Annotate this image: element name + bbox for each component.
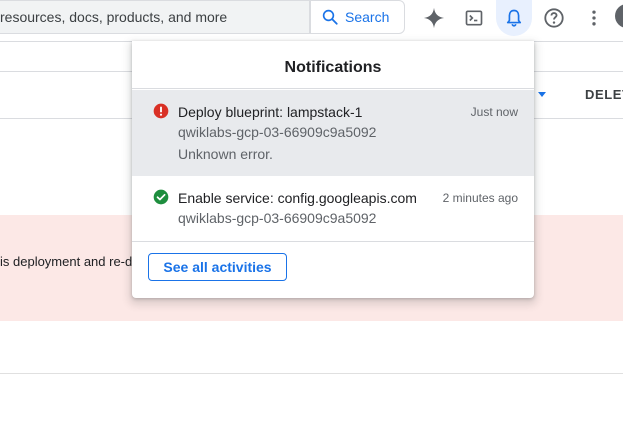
notification-title: Enable service: config.googleapis.com [178, 190, 417, 206]
notifications-bell-icon[interactable] [496, 0, 532, 36]
avatar[interactable] [615, 4, 623, 28]
search-button[interactable]: Search [310, 0, 405, 34]
success-check-icon [153, 189, 169, 205]
delete-button[interactable]: DELET [585, 87, 623, 102]
notification-project: qwiklabs-gcp-03-66909c9a5092 [178, 210, 377, 226]
search-icon [322, 9, 338, 25]
see-all-activities-button[interactable]: See all activities [148, 253, 287, 281]
error-banner-text: is deployment and re-d [0, 254, 133, 269]
top-bar: resources, docs, products, and more Sear… [0, 0, 623, 42]
help-icon[interactable] [536, 0, 572, 36]
divider [0, 373, 623, 374]
error-icon [153, 103, 169, 119]
more-vert-icon[interactable] [576, 0, 612, 36]
notification-time: Just now [470, 105, 518, 119]
cloud-shell-icon[interactable] [456, 0, 492, 36]
search-input[interactable]: resources, docs, products, and more [0, 0, 310, 34]
gemini-sparkle-icon[interactable] [416, 0, 452, 36]
notification-item[interactable]: Deploy blueprint: lampstack-1 Just now q… [132, 90, 534, 176]
notifications-title: Notifications [132, 41, 534, 89]
notification-detail: Unknown error. [178, 146, 273, 162]
notification-item[interactable]: Enable service: config.googleapis.com 2 … [132, 176, 534, 242]
notification-title: Deploy blueprint: lampstack-1 [178, 104, 363, 120]
notification-time: 2 minutes ago [442, 191, 518, 205]
notification-project: qwiklabs-gcp-03-66909c9a5092 [178, 124, 377, 140]
search-button-label: Search [345, 9, 390, 25]
notifications-panel: Notifications Deploy blueprint: lampstac… [132, 41, 534, 298]
chevron-down-icon[interactable] [538, 92, 546, 97]
